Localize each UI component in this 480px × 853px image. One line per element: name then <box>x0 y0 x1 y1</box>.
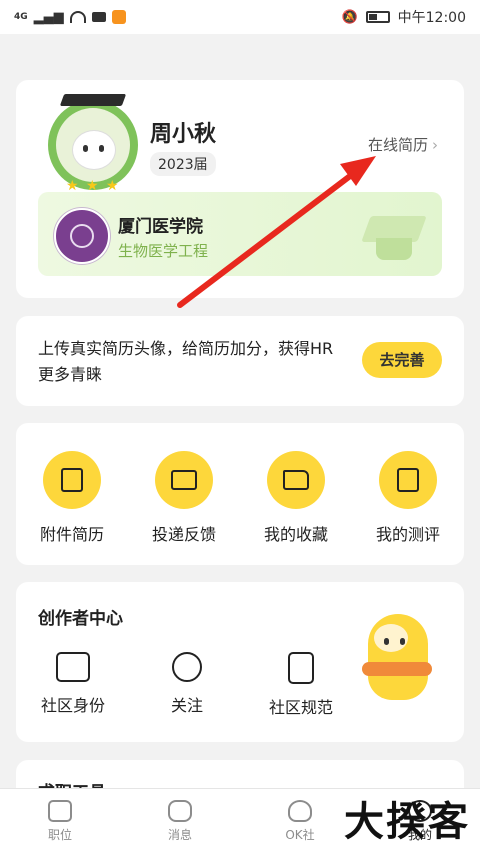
creator-center-title: 创作者中心 <box>38 609 123 629</box>
clock: 中午12:00 <box>397 10 466 26</box>
profile-card[interactable]: ★ ★ ★ 周小秋 2023届 在线简历 › 厦门医学院 生物医学工程 <box>16 80 464 298</box>
tool-delivery-feedback[interactable]: 投递反馈 <box>134 451 234 545</box>
avatar[interactable]: ★ ★ ★ <box>48 94 138 194</box>
wifi-icon <box>69 11 86 23</box>
tool-my-assessment[interactable]: 我的测评 <box>358 451 458 545</box>
mute-bell-icon: 🔕 <box>341 9 358 25</box>
creator-item-label: 社区身份 <box>40 696 105 715</box>
online-resume-link[interactable]: 在线简历 › <box>368 134 438 155</box>
briefcase-icon <box>48 799 72 822</box>
school-major: 生物医学工程 <box>118 242 209 260</box>
tool-my-favorites[interactable]: 我的收藏 <box>246 451 346 545</box>
chevron-right-icon: › <box>432 136 438 154</box>
tool-label: 投递反馈 <box>151 525 216 544</box>
tip-text: 上传真实简历头像，给简历加分，获得HR更多青睐 <box>38 339 334 384</box>
mail-icon <box>91 12 106 22</box>
battery-icon <box>365 11 390 23</box>
quick-tools: 附件简历 投递反馈 我的收藏 我的测评 <box>16 423 464 565</box>
id-card-icon <box>56 652 90 682</box>
mascot-illustration <box>360 604 436 712</box>
school-logo <box>54 208 110 264</box>
creator-center-card: 创作者中心 社区身份 关注 社区规范 <box>16 582 464 742</box>
signal-icon: ▂▄▆ <box>33 9 64 25</box>
tool-attachment-resume[interactable]: 附件简历 <box>22 451 122 545</box>
school-name: 厦门医学院 <box>118 217 203 237</box>
nav-item-ok-community[interactable]: OK社 <box>240 789 360 853</box>
graduation-hat-icon <box>361 212 427 260</box>
tool-label: 我的收藏 <box>263 525 328 544</box>
tool-label: 我的测评 <box>375 525 440 544</box>
creator-item-label: 社区规范 <box>268 698 333 717</box>
graduation-cap-icon <box>59 94 127 106</box>
app-notification-icon <box>111 10 126 24</box>
graduation-year-badge: 2023届 <box>150 152 216 176</box>
ok-hand-icon <box>288 799 312 822</box>
online-resume-label: 在线简历 <box>367 136 428 154</box>
complete-button[interactable]: 去完善 <box>362 342 442 378</box>
user-name: 周小秋 <box>150 122 217 147</box>
attachment-resume-icon <box>61 468 83 492</box>
creator-item-community-rules[interactable]: 社区规范 <box>258 652 344 718</box>
avatar-tip-card: 上传真实简历头像，给简历加分，获得HR更多青睐 去完善 <box>16 316 464 406</box>
chat-icon <box>168 799 192 822</box>
document-icon <box>288 652 314 684</box>
tool-label: 附件简历 <box>39 525 104 544</box>
delivery-feedback-icon <box>171 470 197 490</box>
nav-item-messages[interactable]: 消息 <box>120 789 240 853</box>
nav-item-jobs[interactable]: 职位 <box>0 789 120 853</box>
creator-item-community-identity[interactable]: 社区身份 <box>30 652 116 718</box>
watermark: 大揆客 <box>344 799 470 845</box>
heart-icon <box>172 652 202 682</box>
folder-icon <box>283 470 309 490</box>
creator-item-follow[interactable]: 关注 <box>144 652 230 718</box>
school-info[interactable]: 厦门医学院 生物医学工程 <box>38 192 442 276</box>
creator-item-label: 关注 <box>170 696 203 715</box>
nav-label: 职位 <box>47 827 72 842</box>
nav-label: 消息 <box>167 827 192 842</box>
status-bar: 4G ▂▄▆ 🔕 中午12:00 <box>0 0 480 34</box>
clipboard-check-icon <box>397 468 419 492</box>
nav-label: OK社 <box>285 827 315 842</box>
network-indicator: 4G <box>14 12 28 22</box>
